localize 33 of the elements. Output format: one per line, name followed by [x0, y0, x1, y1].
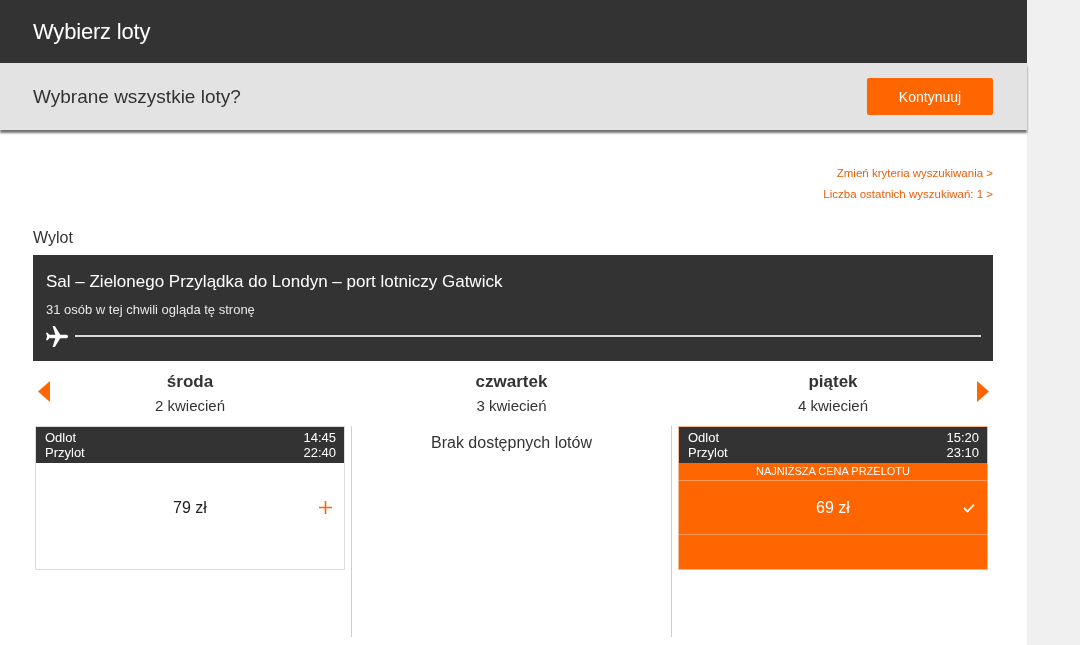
arrival-time: 22:40	[303, 445, 336, 460]
weekday: czwartek	[475, 371, 548, 393]
departure-time: 15:20	[946, 430, 979, 445]
route-title: Sal – Zielonego Przylądka do Londyn – port lotniczy Gatwick	[46, 272, 504, 292]
search-link[interactable]: Zmień kryteria wyszukiwania >	[836, 163, 993, 184]
date: 2 kwiecień	[154, 396, 225, 416]
check-icon	[963, 502, 975, 513]
arrival-label: Przylot	[45, 445, 85, 460]
departure-label: Odlot	[45, 430, 77, 445]
lowest-fare-label: NAJNIŻSZA CENA PRZELOTU	[756, 465, 910, 478]
flight-card[interactable]: Odlot 15:20 Przylot 23:10 NAJNIŻSZA CENA PRZELOTU 69 zł	[678, 426, 988, 570]
departure-time: 14:45	[303, 430, 336, 445]
airplane-icon	[46, 325, 68, 347]
viewers-text: 31 osób w tej chwili ogląda tę stronę	[46, 302, 256, 318]
arrival-label: Przylot	[688, 445, 728, 460]
weekday: piątek	[807, 371, 859, 393]
triangle-left-icon[interactable]	[38, 381, 50, 402]
no-flights-message: Brak dostępnych lotów	[430, 433, 593, 453]
arrival-time: 23:10	[946, 445, 979, 460]
flight-card[interactable]: Odlot 14:45 Przylot 22:40 79 zł	[35, 426, 345, 570]
weekday: środa	[165, 371, 215, 393]
search-link[interactable]: Liczba ostatnich wyszukiwań: 1 >	[823, 184, 993, 205]
departure-label: Odlot	[688, 430, 720, 445]
triangle-right-icon[interactable]	[977, 381, 989, 402]
question-text: Wybrane wszystkie loty?	[33, 85, 241, 108]
section-label: Wylot	[33, 228, 74, 248]
plus-icon[interactable]	[319, 501, 332, 514]
price: 69 zł	[816, 497, 850, 518]
continue-button[interactable]: Kontynuuj	[867, 78, 993, 115]
date: 4 kwiecień	[797, 396, 868, 416]
page-title: Wybierz loty	[33, 18, 151, 45]
date: 3 kwiecień	[475, 396, 548, 416]
price: 79 zł	[173, 497, 207, 518]
